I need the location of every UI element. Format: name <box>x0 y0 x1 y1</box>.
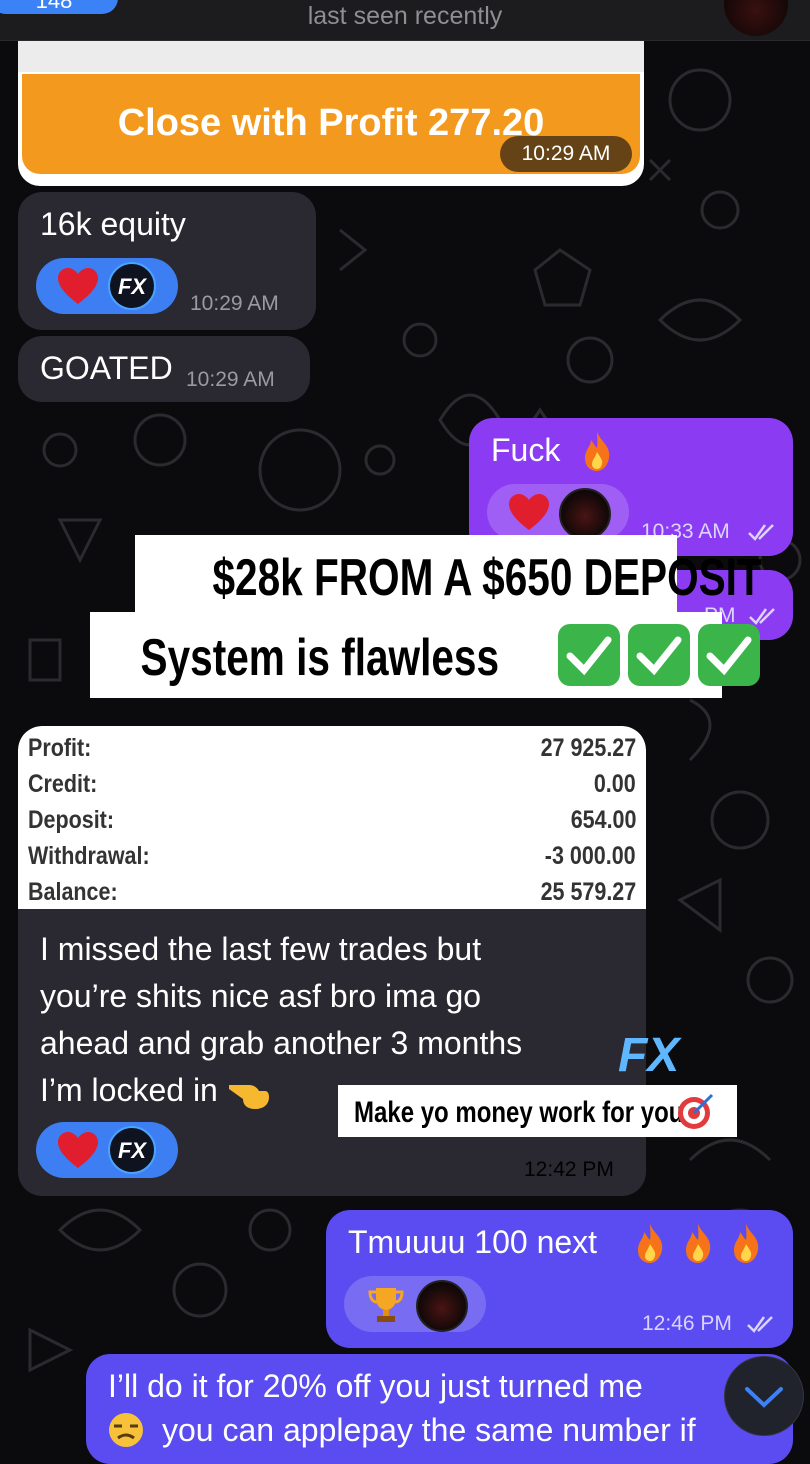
promo-banner-subline: System is flawless <box>90 612 760 698</box>
reaction-group[interactable]: FX <box>36 1122 178 1178</box>
chat-header: 148 last seen recently <box>0 0 810 41</box>
message-time: 10:29 AM <box>500 136 632 172</box>
message-time: 10:29 AM <box>186 368 275 391</box>
message-time: 10:29 AM <box>190 292 279 315</box>
account-summary-table: Profit: 27 925.27 Credit: 0.00 Deposit: 654… <box>18 726 646 909</box>
contact-status: last seen recently <box>307 2 503 30</box>
fx-logo-icon: FX <box>108 1126 156 1174</box>
message-text: you can applepay the same number if <box>162 1412 696 1448</box>
chevron-down-icon <box>745 1387 783 1408</box>
fire-icon <box>638 1224 663 1263</box>
message-bubble[interactable]: Tmuuuu 100 next 12:46 PM <box>326 1210 793 1348</box>
read-check-icon <box>747 1316 773 1333</box>
fire-icon <box>585 432 610 471</box>
reaction-group[interactable]: FX <box>36 258 178 314</box>
message-time: 12:46 PM <box>642 1312 732 1335</box>
reaction-group[interactable] <box>487 484 629 540</box>
table-row: Balance: 25 579.27 <box>28 878 636 906</box>
message-text: Tmuuuu 100 next <box>348 1224 598 1260</box>
target-icon <box>678 1093 714 1129</box>
table-row: Deposit: 654.00 <box>28 806 636 834</box>
fire-icon <box>734 1224 759 1263</box>
fire-icon <box>686 1224 711 1263</box>
table-row: Credit: 0.00 <box>28 770 636 798</box>
message-text: I’ll do it for 20% off you just turned m… <box>108 1368 643 1404</box>
fx-logo-icon: FX <box>108 262 156 310</box>
reaction-group[interactable] <box>344 1276 486 1332</box>
message-text: Fuck <box>491 432 561 468</box>
reactor-avatar <box>416 1280 468 1332</box>
message-bubble[interactable]: I’ll do it for 20% off you just turned m… <box>86 1354 793 1464</box>
screenshot-top-bar <box>18 40 644 72</box>
table-row: Profit: 27 925.27 <box>28 734 636 762</box>
message-bubble[interactable]: 16k equity FX 10:29 AM <box>18 192 316 330</box>
heart-icon <box>58 268 98 304</box>
heart-icon <box>509 494 549 530</box>
message-text: 16k equity <box>40 206 186 242</box>
check-mark-icon <box>557 624 620 687</box>
promo-sticker: Make yo money work for you <box>338 1085 737 1137</box>
message-text: GOATED <box>40 350 173 386</box>
check-mark-icon <box>627 624 690 687</box>
pointing-hand-icon <box>228 1084 269 1109</box>
crying-face-icon <box>109 1413 143 1447</box>
trophy-icon <box>368 1288 404 1322</box>
scroll-to-bottom-button[interactable] <box>724 1356 804 1436</box>
fx-watermark-logo: FX <box>618 1029 680 1082</box>
heart-icon <box>58 1132 98 1168</box>
table-row: Withdrawal: -3 000.00 <box>28 842 636 870</box>
message-bubble[interactable]: GOATED 10:29 AM <box>18 336 310 402</box>
check-mark-icon <box>697 624 760 687</box>
message-time: 12:42 PM <box>524 1158 614 1181</box>
reactor-avatar <box>559 488 611 540</box>
promo-banner-headline: $28k FROM A $650 DEPOSIT <box>135 535 762 615</box>
